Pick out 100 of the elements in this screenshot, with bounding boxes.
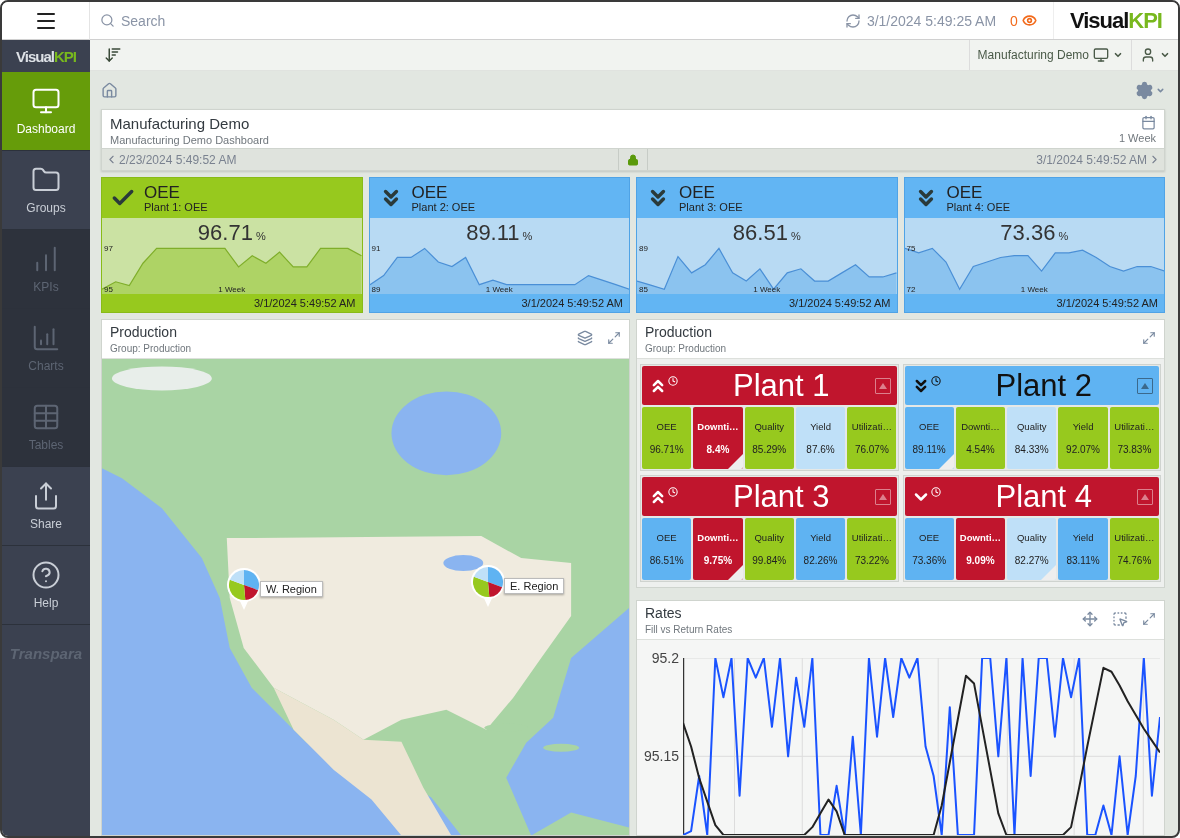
metric-tile[interactable]: Quality 85.29% bbox=[744, 407, 794, 469]
metric-tile[interactable]: Yield 87.6% bbox=[795, 407, 846, 469]
metric-label: Downti… bbox=[697, 532, 739, 543]
search-field[interactable]: Search bbox=[119, 11, 419, 30]
caret-icon bbox=[1160, 50, 1170, 60]
metric-value: 82.26% bbox=[803, 555, 838, 566]
monitor-icon bbox=[31, 86, 61, 116]
logo: VisualKPI bbox=[1052, 2, 1178, 39]
kpi-timestamp: 3/1/2024 5:49:52 AM bbox=[253, 297, 356, 309]
kpi-value: 73.36 bbox=[1000, 220, 1056, 246]
metric-tile[interactable]: OEE 89.11% bbox=[904, 407, 954, 469]
metric-value: 89.11% bbox=[912, 444, 946, 455]
metric-tile[interactable]: Yield 82.26% bbox=[795, 518, 846, 580]
metric-tile[interactable]: Yield 92.07% bbox=[1058, 407, 1108, 469]
metric-tile[interactable]: Yield 83.11% bbox=[1058, 518, 1108, 580]
collapse-button[interactable] bbox=[1137, 377, 1153, 394]
triangle-up-icon bbox=[878, 493, 887, 500]
chart-icon bbox=[31, 323, 61, 353]
refresh-button[interactable] bbox=[844, 12, 861, 29]
kpi-tile[interactable]: OEE Plant 1: OEE 96.71% 97 95 1 Week 3/1/2024 5:49:52 AM bbox=[101, 177, 363, 313]
metric-value: 82.27% bbox=[1014, 555, 1049, 566]
move-icon bbox=[1082, 611, 1098, 627]
kpi-tile[interactable]: OEE Plant 2: OEE 89.11% 91 89 1 Week 3/1/2024 5:49:52 AM bbox=[368, 177, 630, 313]
panel-title: Rates bbox=[645, 605, 683, 621]
metric-tile[interactable]: Downti… 9.09% bbox=[955, 518, 1006, 580]
metric-value: 99.84% bbox=[752, 555, 787, 566]
metric-tile[interactable]: Utilizati… 74.76% bbox=[1109, 518, 1159, 580]
metric-label: OEE bbox=[656, 532, 677, 543]
layers-button[interactable] bbox=[577, 330, 593, 346]
pie-marker-icon bbox=[226, 567, 262, 611]
panel-title: Production bbox=[645, 324, 713, 340]
kpi-subtitle: Plant 1: OEE bbox=[144, 200, 208, 213]
dashboard-subtitle: Manufacturing Demo Dashboard bbox=[110, 134, 269, 146]
expand-button[interactable] bbox=[1142, 612, 1156, 626]
kpi-subtitle: Plant 4: OEE bbox=[946, 200, 1011, 213]
sparkline-range-label: 1 Week bbox=[485, 285, 513, 294]
metric-tile[interactable]: Utilizati… 73.22% bbox=[847, 518, 897, 580]
kpi-title: OEE bbox=[679, 183, 716, 201]
plant-name: Plant 1 bbox=[732, 370, 831, 401]
kpi-timestamp: 3/1/2024 5:49:52 AM bbox=[1056, 297, 1158, 309]
dashboard-title: Manufacturing Demo bbox=[110, 115, 251, 132]
sparkline-max-label: 91 bbox=[371, 244, 381, 253]
metric-tile[interactable]: OEE 86.51% bbox=[642, 518, 692, 580]
metric-tile[interactable]: Utilizati… 76.07% bbox=[847, 407, 897, 469]
sparkline-min-label: 85 bbox=[639, 285, 648, 294]
pan-button[interactable] bbox=[1082, 611, 1098, 627]
expand-button[interactable] bbox=[1142, 331, 1156, 345]
kpi-tile[interactable]: OEE Plant 4: OEE 73.36% 75 72 1 Week 3/1/2024 5:49:52 AM bbox=[903, 177, 1165, 313]
metric-tile[interactable]: Downti… 9.75% bbox=[693, 518, 743, 580]
kpi-value: 86.51 bbox=[732, 220, 788, 246]
axis-tick-label: 95.2 bbox=[651, 650, 679, 666]
eye-icon bbox=[1021, 13, 1037, 28]
metric-value: 9.75% bbox=[703, 555, 733, 566]
metric-tile[interactable]: Quality 82.27% bbox=[1007, 518, 1057, 580]
panel-subtitle: Group: Production bbox=[110, 343, 192, 354]
kpi-title: OEE bbox=[144, 183, 181, 201]
last-updated-time: 3/1/2024 5:49:25 AM bbox=[866, 12, 997, 29]
metric-label: Quality bbox=[1016, 532, 1047, 543]
metric-label: Utilizati… bbox=[851, 421, 892, 432]
metric-tile[interactable]: OEE 96.71% bbox=[642, 407, 692, 469]
plant-name: Plant 4 bbox=[994, 481, 1093, 512]
metric-label: Yield bbox=[1072, 532, 1094, 543]
metric-tile[interactable]: OEE 73.36% bbox=[904, 518, 954, 580]
panel-subtitle: Fill vs Return Rates bbox=[645, 624, 733, 635]
sparkline-max-label: 75 bbox=[906, 244, 916, 253]
kpi-timestamp: 3/1/2024 5:49:52 AM bbox=[521, 297, 623, 309]
metric-value: 8.4% bbox=[706, 444, 730, 455]
metric-value: 73.83% bbox=[1117, 444, 1152, 455]
metric-value: 76.07% bbox=[854, 444, 889, 455]
zoom-select-button[interactable] bbox=[1112, 611, 1128, 627]
expand-button[interactable] bbox=[607, 331, 621, 345]
home-button[interactable] bbox=[101, 81, 118, 99]
expand-icon bbox=[1142, 612, 1156, 626]
metric-tile[interactable]: Downti… 8.4% bbox=[693, 407, 743, 469]
metric-tile[interactable]: Quality 99.84% bbox=[744, 518, 794, 580]
dashboard-menu[interactable]: Manufacturing Demo bbox=[968, 40, 1131, 70]
panel-subtitle: Group: Production bbox=[645, 343, 727, 354]
calendar-button[interactable] bbox=[1141, 115, 1156, 130]
sort-button[interactable] bbox=[104, 46, 122, 64]
clock-icon bbox=[668, 486, 678, 497]
metric-value: 74.76% bbox=[1117, 555, 1152, 566]
sparkline-range-label: 1 Week bbox=[1020, 285, 1048, 294]
metric-value: 87.6% bbox=[806, 444, 835, 455]
metric-label: Utilizati… bbox=[1114, 532, 1155, 543]
sparkline-min-label: 95 bbox=[104, 285, 113, 294]
metric-tile[interactable]: Downti… 4.54% bbox=[955, 407, 1006, 469]
kpi-tile[interactable]: OEE Plant 3: OEE 86.51% 89 85 1 Week 3/1/2024 5:49:52 AM bbox=[636, 177, 898, 313]
kpi-subtitle: Plant 2: OEE bbox=[411, 200, 476, 213]
selection-pointer-icon bbox=[1112, 611, 1128, 627]
table-icon bbox=[31, 402, 61, 432]
map-marker-label[interactable]: W. Region bbox=[260, 581, 323, 597]
map-marker-label[interactable]: E. Region bbox=[504, 578, 565, 594]
home-icon bbox=[101, 81, 118, 99]
metric-tile[interactable]: Quality 84.33% bbox=[1007, 407, 1057, 469]
metric-value: 4.54% bbox=[966, 444, 995, 455]
metric-value: 84.33% bbox=[1014, 444, 1049, 455]
metric-tile[interactable]: Utilizati… 73.83% bbox=[1109, 407, 1159, 469]
kpi-unit: % bbox=[522, 230, 533, 242]
metric-value: 92.07% bbox=[1066, 444, 1100, 455]
settings-button[interactable] bbox=[1135, 80, 1165, 100]
